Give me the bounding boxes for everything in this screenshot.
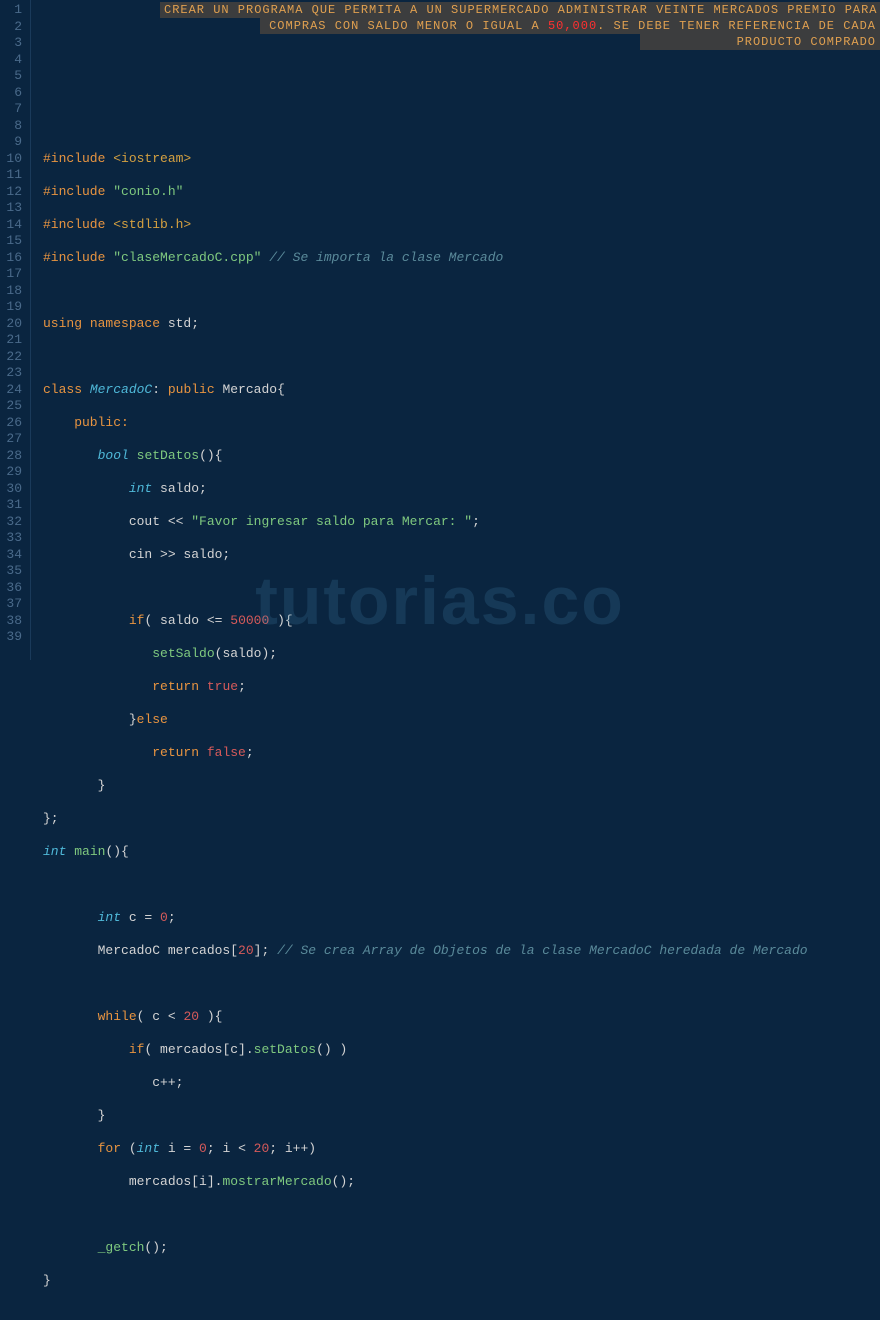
code-line: } bbox=[43, 1108, 880, 1125]
code-line: using namespace std; bbox=[43, 316, 880, 333]
code-editor[interactable]: 1234567891011121314151617181920212223242… bbox=[0, 0, 880, 660]
banner-line-2: COMPRAS CON SALDO MENOR O IGUAL A 50,000… bbox=[260, 18, 880, 34]
banner-line-1: CREAR UN PROGRAMA QUE PERMITA A UN SUPER… bbox=[160, 2, 880, 18]
code-line: for (int i = 0; i < 20; i++) bbox=[43, 1141, 880, 1158]
code-line: #include "claseMercadoC.cpp" // Se impor… bbox=[43, 250, 880, 267]
code-line: return false; bbox=[43, 745, 880, 762]
code-line: MercadoC mercados[20]; // Se crea Array … bbox=[43, 943, 880, 960]
code-line: }; bbox=[43, 811, 880, 828]
code-line: bool setDatos(){ bbox=[43, 448, 880, 465]
code-line: }else bbox=[43, 712, 880, 729]
code-line: } bbox=[43, 778, 880, 795]
line-number-gutter: 1234567891011121314151617181920212223242… bbox=[0, 0, 30, 660]
code-line: int c = 0; bbox=[43, 910, 880, 927]
code-line: } bbox=[43, 1273, 880, 1290]
code-line: mercados[i].mostrarMercado(); bbox=[43, 1174, 880, 1191]
code-line: if( saldo <= 50000 ){ bbox=[43, 613, 880, 630]
code-line: c++; bbox=[43, 1075, 880, 1092]
code-line: return true; bbox=[43, 679, 880, 696]
code-area[interactable]: #include <iostream> #include "conio.h" #… bbox=[30, 0, 880, 660]
code-line: cin >> saldo; bbox=[43, 547, 880, 564]
code-line: _getch(); bbox=[43, 1240, 880, 1257]
code-line: if( mercados[c].setDatos() ) bbox=[43, 1042, 880, 1059]
code-line: #include <iostream> bbox=[43, 151, 880, 168]
code-line: while( c < 20 ){ bbox=[43, 1009, 880, 1026]
code-line: class MercadoC: public Mercado{ bbox=[43, 382, 880, 399]
code-line: #include "conio.h" bbox=[43, 184, 880, 201]
code-line: #include <stdlib.h> bbox=[43, 217, 880, 234]
banner-line-3: PRODUCTO COMPRADO bbox=[640, 34, 880, 50]
code-line: public: bbox=[43, 415, 880, 432]
code-line: cout << "Favor ingresar saldo para Merca… bbox=[43, 514, 880, 531]
code-line: int main(){ bbox=[43, 844, 880, 861]
code-line: int saldo; bbox=[43, 481, 880, 498]
